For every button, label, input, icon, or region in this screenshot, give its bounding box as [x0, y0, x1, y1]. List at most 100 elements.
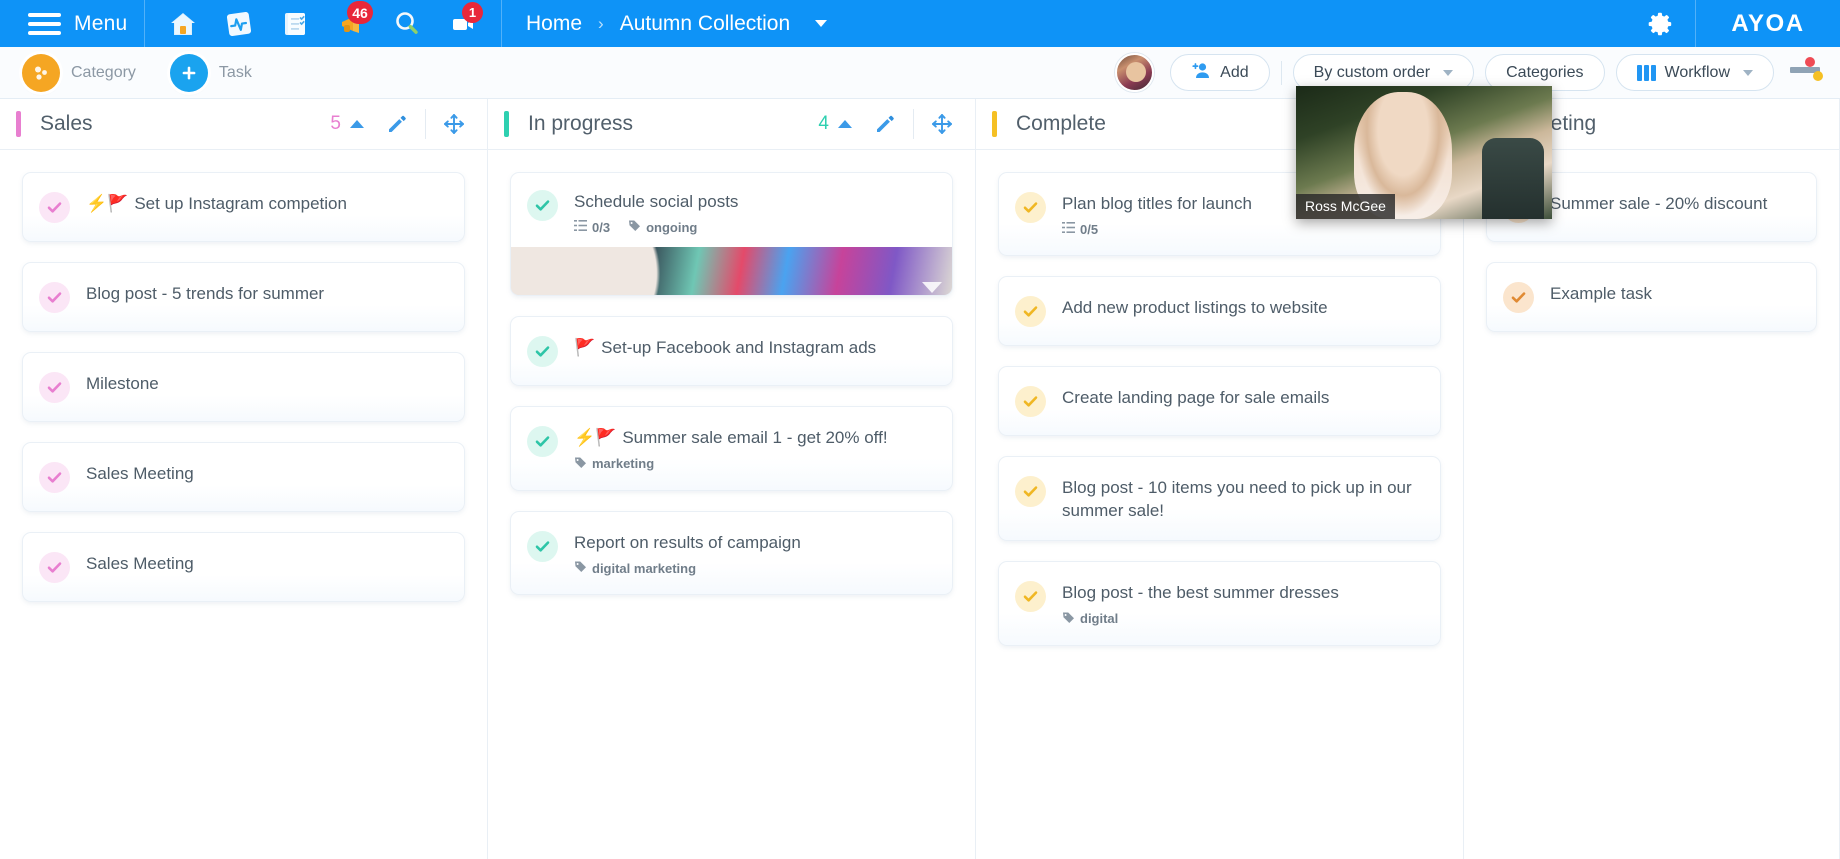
tag-label: digital [1080, 611, 1119, 627]
chevron-down-icon[interactable] [815, 20, 828, 27]
breadcrumb-separator-icon: › [598, 13, 604, 33]
breadcrumb-current-project[interactable]: Autumn Collection [620, 12, 790, 36]
column-card-list: ⚡🚩 Set up Instagram competion Blog post … [0, 150, 487, 858]
gear-icon[interactable] [1625, 0, 1695, 47]
hamburger-icon[interactable] [28, 12, 61, 35]
task-attachment-image[interactable] [511, 247, 952, 296]
task-complete-toggle[interactable] [39, 372, 70, 403]
task-complete-toggle[interactable] [1015, 192, 1046, 223]
column-tools: 5 [330, 109, 469, 139]
column-task-count: 5 [330, 113, 341, 134]
checklist-icon [1062, 221, 1075, 237]
column-title[interactable]: In progress [528, 112, 633, 136]
task-card[interactable]: Blog post - the best summer dresses digi… [998, 561, 1441, 646]
task-complete-toggle[interactable] [39, 552, 70, 583]
task-card[interactable]: Blog post - 5 trends for summer [22, 262, 465, 332]
top-icon-group: 46 1 [145, 0, 502, 47]
task-card[interactable]: Add new product listings to website [998, 276, 1441, 347]
task-complete-toggle[interactable] [527, 336, 558, 368]
chevron-down-icon [1743, 69, 1753, 76]
add-category-button[interactable]: Category [22, 53, 136, 92]
home-icon[interactable] [155, 0, 211, 47]
checklist-progress: 0/3 [574, 219, 610, 235]
video-participant-name: Ross McGee [1296, 194, 1395, 219]
task-title: Milestone [86, 374, 159, 393]
task-title: Add new product listings to website [1062, 298, 1328, 318]
checklist-progress: 0/5 [1062, 221, 1098, 237]
task-complete-toggle[interactable] [1015, 476, 1046, 508]
task-card[interactable]: Report on results of campaign digital ma… [510, 510, 953, 596]
column-title[interactable]: Sales [40, 112, 93, 136]
task-complete-toggle[interactable] [39, 192, 70, 223]
move-column-icon[interactable] [439, 109, 469, 139]
task-card[interactable]: Milestone [22, 352, 465, 422]
task-meta: 0/3 ongoing [574, 219, 936, 235]
task-complete-toggle[interactable] [1015, 386, 1046, 418]
task-card[interactable]: Schedule social posts 0/3 ongoing [510, 172, 953, 297]
task-complete-toggle[interactable] [39, 462, 70, 493]
task-card[interactable]: Create landing page for sale emails [998, 366, 1441, 437]
column-title[interactable]: Complete [1016, 112, 1106, 136]
collapse-caret-icon[interactable] [350, 120, 364, 128]
activity-pulse-icon[interactable] [211, 0, 267, 47]
avatar[interactable] [1115, 53, 1155, 92]
task-title: Blog post - the best summer dresses [1062, 583, 1339, 603]
task-title: Report on results of campaign [574, 532, 801, 552]
menu-label: Menu [74, 11, 128, 35]
tag-icon [628, 219, 641, 235]
column-accent-bar [992, 111, 997, 137]
view-options-icon[interactable] [1782, 53, 1830, 93]
task-card[interactable]: 🚩 Set-up Facebook and Instagram ads [510, 316, 953, 387]
notification-badge: 46 [347, 1, 373, 24]
task-complete-toggle[interactable] [39, 282, 70, 313]
board-column-in-progress: In progress 4 Schedule social posts 0/3 … [488, 99, 976, 859]
column-header: Sales 5 [0, 99, 487, 149]
video-badge: 1 [462, 2, 483, 23]
add-member-button[interactable]: Add [1170, 54, 1270, 91]
column-task-count: 4 [818, 113, 829, 134]
ayoa-logo[interactable]: AYOA [1695, 0, 1840, 47]
task-title: Set-up Facebook and Instagram ads [601, 338, 877, 358]
category-icon [22, 53, 60, 92]
column-accent-bar [16, 111, 21, 137]
edit-column-icon[interactable] [870, 109, 900, 139]
announcement-megaphone-icon[interactable]: 46 [323, 0, 379, 47]
tag-label: digital marketing [592, 560, 697, 576]
video-camera-icon[interactable]: 1 [435, 0, 491, 47]
menu-button[interactable]: Menu [0, 0, 145, 47]
breadcrumb-home[interactable]: Home [526, 12, 582, 36]
task-card[interactable]: ⚡🚩 Summer sale email 1 - get 20% off! ma… [510, 406, 953, 491]
checklist-notes-icon[interactable] [267, 0, 323, 47]
workflow-dropdown[interactable]: Workflow [1615, 54, 1774, 91]
task-complete-toggle[interactable] [1503, 282, 1534, 313]
add-task-button[interactable]: Task [169, 53, 252, 92]
task-card[interactable]: Sales Meeting [22, 442, 465, 512]
checklist-count: 0/3 [592, 219, 611, 235]
task-title-row: ⚡🚩 Set up Instagram competion [86, 193, 448, 215]
kanban-board: Sales 5 ⚡🚩 Set up Instagram competion Bl… [0, 99, 1840, 859]
tag-label: marketing [592, 456, 655, 472]
search-icon[interactable] [379, 0, 435, 47]
toolbar-divider [1280, 60, 1282, 85]
task-complete-toggle[interactable] [527, 426, 558, 458]
top-navigation-bar: Menu 46 1 Home › Autumn Collection AYOA [0, 0, 1840, 47]
category-label: Category [71, 63, 136, 81]
task-card[interactable]: Blog post - 10 items you need to pick up… [998, 456, 1441, 542]
task-card[interactable]: Example task [1486, 262, 1817, 332]
task-emoji: ⚡🚩 [86, 194, 129, 213]
video-call-overlay[interactable]: Ross McGee [1296, 86, 1552, 219]
task-complete-toggle[interactable] [527, 530, 558, 562]
edit-column-icon[interactable] [382, 109, 412, 139]
tag-label: ongoing [646, 219, 698, 235]
task-title: Blog post - 5 trends for summer [86, 284, 325, 303]
task-complete-toggle[interactable] [1015, 581, 1046, 613]
task-complete-toggle[interactable] [1015, 296, 1046, 328]
task-title: Example task [1550, 284, 1653, 303]
task-complete-toggle[interactable] [527, 190, 558, 221]
tag-icon [1062, 611, 1075, 627]
tool-divider [425, 109, 426, 139]
task-card[interactable]: ⚡🚩 Set up Instagram competion [22, 172, 465, 242]
task-card[interactable]: Sales Meeting [22, 532, 465, 602]
collapse-caret-icon[interactable] [838, 120, 852, 128]
move-column-icon[interactable] [927, 109, 957, 139]
